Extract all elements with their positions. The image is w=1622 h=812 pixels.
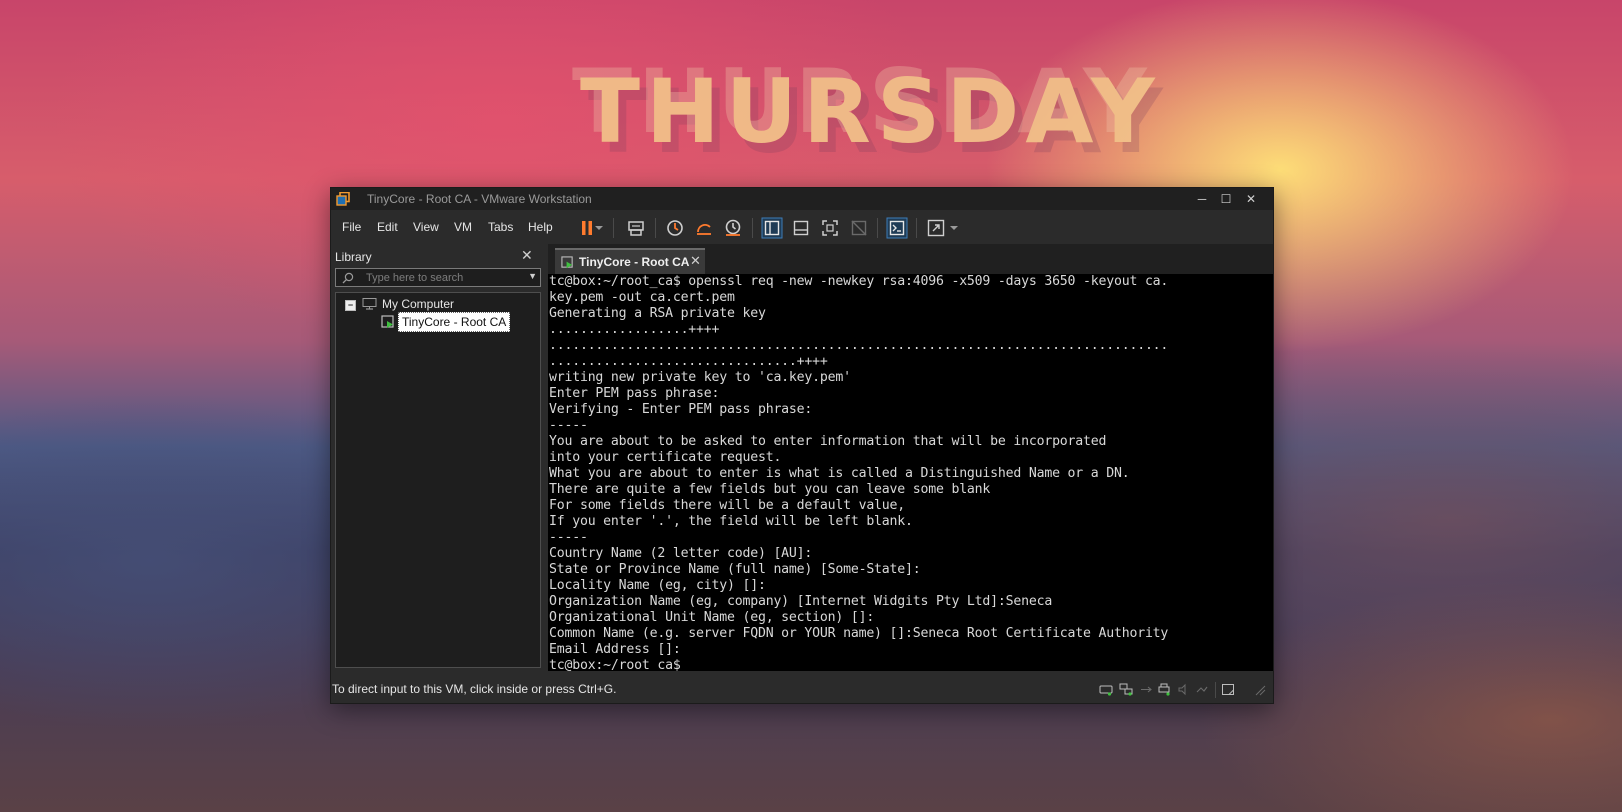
network-icon[interactable] bbox=[1119, 683, 1133, 696]
console-line: There are quite a few fields but you can… bbox=[549, 482, 991, 497]
console-line: Country Name (2 letter code) [AU]: bbox=[549, 546, 813, 561]
close-button[interactable]: ✕ bbox=[1240, 190, 1262, 208]
title-bar[interactable]: TinyCore - Root CA - VMware Workstation … bbox=[331, 188, 1273, 210]
stretch-guest-icon[interactable] bbox=[925, 217, 947, 239]
menu-bar: File Edit View VM Tabs Help bbox=[331, 210, 1273, 244]
hard-disk-icon[interactable] bbox=[1099, 683, 1113, 696]
wallpaper-day-text: THURSDAY bbox=[580, 60, 1161, 163]
console-line: What you are about to enter is what is c… bbox=[549, 466, 1130, 481]
vm-running-icon bbox=[561, 256, 573, 269]
status-message: To direct input to this VM, click inside… bbox=[332, 682, 617, 696]
vm-running-icon bbox=[381, 315, 394, 328]
console-line: If you enter '.', the field will be left… bbox=[549, 514, 913, 529]
minimize-button[interactable]: ─ bbox=[1191, 190, 1213, 208]
console-line: ........................................… bbox=[549, 338, 1169, 353]
status-separator bbox=[1215, 682, 1216, 698]
console-line: Verifying - Enter PEM pass phrase: bbox=[549, 402, 813, 417]
resize-grip-icon[interactable] bbox=[1254, 683, 1266, 696]
snapshot-manager-icon[interactable] bbox=[722, 217, 744, 239]
console-line: Email Address []: bbox=[549, 642, 681, 657]
search-icon bbox=[342, 272, 354, 284]
toolbar-separator bbox=[916, 218, 917, 238]
vm-console[interactable]: tc@box:~/root_ca$ openssl req -new -newk… bbox=[549, 274, 1271, 671]
console-line: tc@box:~/root_ca$ openssl req -new -newk… bbox=[549, 274, 1169, 289]
vmware-logo-icon bbox=[336, 192, 350, 206]
console-line: ................................++++ bbox=[549, 354, 828, 369]
vm-tab-label: TinyCore - Root CA bbox=[579, 255, 690, 269]
printer-icon[interactable] bbox=[1157, 683, 1171, 696]
toolbar-separator bbox=[613, 218, 614, 238]
console-line: Enter PEM pass phrase: bbox=[549, 386, 720, 401]
library-panel: Library ✕ ▼ − My Computer TinyCore - Roo… bbox=[331, 244, 544, 671]
snapshot-take-icon[interactable] bbox=[664, 217, 686, 239]
computer-icon bbox=[362, 298, 377, 310]
library-tree: − My Computer TinyCore - Root CA bbox=[335, 292, 541, 668]
menu-view[interactable]: View bbox=[413, 220, 439, 234]
unity-icon[interactable] bbox=[848, 217, 870, 239]
show-library-icon[interactable] bbox=[761, 217, 783, 239]
console-line: ..................++++ bbox=[549, 322, 720, 337]
search-dropdown-icon[interactable]: ▼ bbox=[528, 271, 537, 281]
toolbar-separator bbox=[877, 218, 878, 238]
tree-collapse-toggle[interactable]: − bbox=[345, 300, 356, 311]
vm-tab-strip: TinyCore - Root CA ✕ bbox=[548, 244, 1273, 274]
toolbar-separator bbox=[752, 218, 753, 238]
usb-icon[interactable] bbox=[1139, 683, 1153, 696]
power-dropdown-icon[interactable] bbox=[593, 217, 605, 239]
console-line: Generating a RSA private key bbox=[549, 306, 766, 321]
console-line: into your certificate request. bbox=[549, 450, 782, 465]
maximize-button[interactable]: ☐ bbox=[1215, 190, 1237, 208]
menu-tabs[interactable]: Tabs bbox=[488, 220, 513, 234]
window-title: TinyCore - Root CA - VMware Workstation bbox=[367, 192, 592, 206]
display-icon[interactable] bbox=[1195, 683, 1209, 696]
tree-item-my-computer[interactable]: My Computer bbox=[382, 297, 454, 311]
console-line: Organizational Unit Name (eg, section) [… bbox=[549, 610, 875, 625]
library-close-button[interactable]: ✕ bbox=[521, 247, 533, 264]
vm-workspace: TinyCore - Root CA ✕ tc@box:~/root_ca$ o… bbox=[548, 244, 1273, 671]
menu-help[interactable]: Help bbox=[528, 220, 553, 234]
tree-item-tinycore-root-ca[interactable]: TinyCore - Root CA bbox=[398, 312, 511, 332]
toolbar-separator bbox=[655, 218, 656, 238]
status-bar: To direct input to this VM, click inside… bbox=[331, 678, 1273, 703]
library-title: Library bbox=[335, 250, 372, 264]
full-screen-icon[interactable] bbox=[819, 217, 841, 239]
vm-tab-close-button[interactable]: ✕ bbox=[690, 253, 701, 269]
vmware-window: TinyCore - Root CA - VMware Workstation … bbox=[330, 187, 1274, 704]
console-line: Locality Name (eg, city) []: bbox=[549, 578, 766, 593]
tab-tinycore-root-ca[interactable]: TinyCore - Root CA ✕ bbox=[555, 248, 705, 274]
console-line: ----- bbox=[549, 418, 588, 433]
send-ctrl-alt-del-icon[interactable] bbox=[625, 217, 647, 239]
console-line: writing new private key to 'ca.key.pem' bbox=[549, 370, 851, 385]
console-view-icon[interactable] bbox=[886, 217, 908, 239]
menu-vm[interactable]: VM bbox=[454, 220, 472, 234]
console-line: For some fields there will be a default … bbox=[549, 498, 906, 513]
console-line: Common Name (e.g. server FQDN or YOUR na… bbox=[549, 626, 1169, 641]
snapshot-revert-icon[interactable] bbox=[693, 217, 715, 239]
search-input[interactable] bbox=[366, 270, 516, 285]
sound-icon[interactable] bbox=[1177, 683, 1191, 696]
stretch-dropdown-icon[interactable] bbox=[948, 217, 960, 239]
library-search: ▼ bbox=[335, 268, 541, 287]
console-line: State or Province Name (full name) [Some… bbox=[549, 562, 921, 577]
menu-edit[interactable]: Edit bbox=[377, 220, 398, 234]
console-line: You are about to be asked to enter infor… bbox=[549, 434, 1107, 449]
menu-file[interactable]: File bbox=[342, 220, 361, 234]
console-line: Organization Name (eg, company) [Interne… bbox=[549, 594, 1053, 609]
console-line: ----- bbox=[549, 530, 588, 545]
console-line: tc@box:~/root_ca$ bbox=[549, 658, 681, 671]
message-log-icon[interactable] bbox=[1221, 683, 1235, 696]
show-thumbnail-bar-icon[interactable] bbox=[790, 217, 812, 239]
console-line: key.pem -out ca.cert.pem bbox=[549, 290, 735, 305]
